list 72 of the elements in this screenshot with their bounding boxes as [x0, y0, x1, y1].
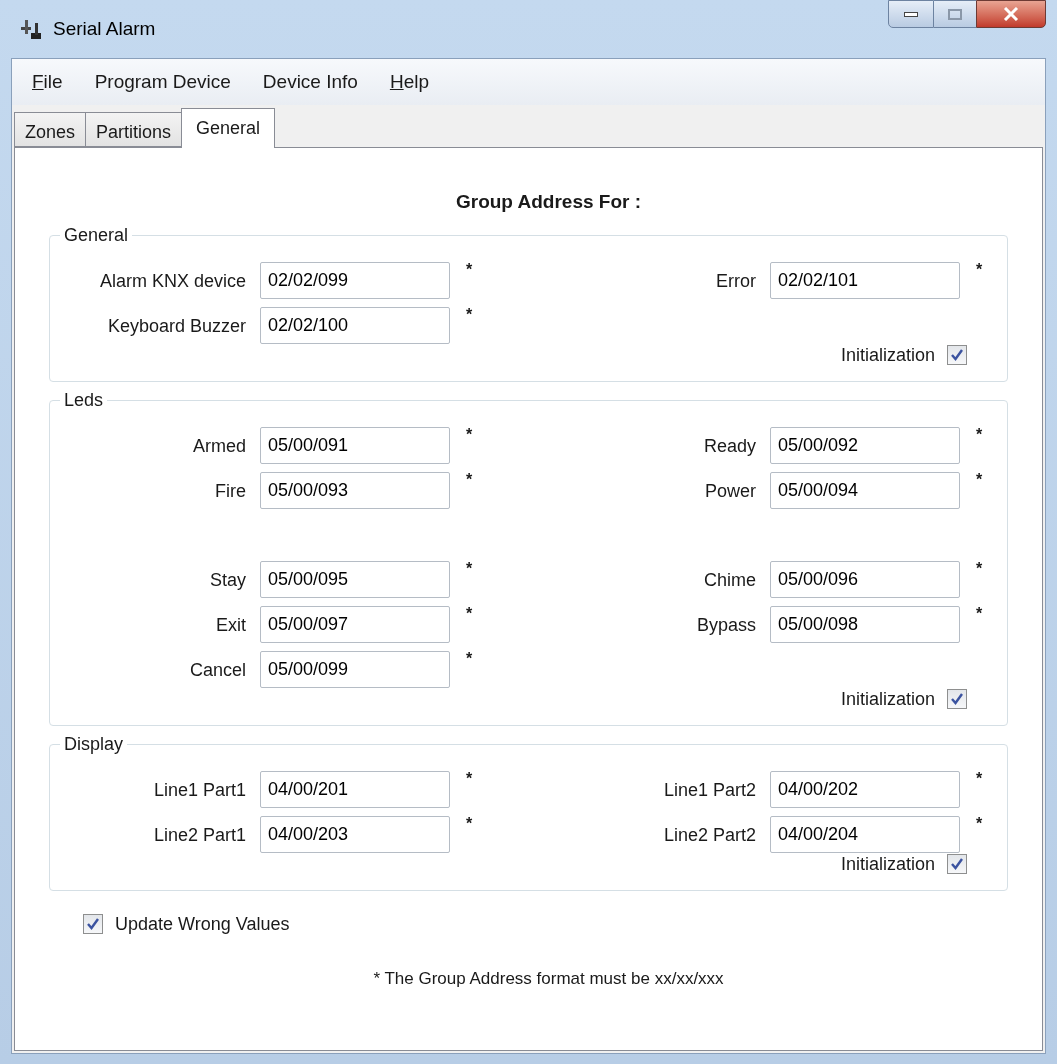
required-marker: *	[465, 261, 474, 278]
initialization-label: Initialization	[840, 343, 935, 367]
tab[interactable]: Zones	[14, 112, 86, 147]
required-marker: *	[465, 471, 474, 488]
checkbox[interactable]	[947, 689, 967, 709]
required-marker: *	[975, 471, 984, 488]
field-label: Stay	[208, 568, 247, 592]
minimize-icon	[904, 11, 918, 17]
menu-item[interactable]: Program Device	[94, 67, 231, 97]
field-label: Line2 Part2	[662, 823, 757, 847]
address-field[interactable]: 05/00/099	[260, 650, 450, 688]
checkbox[interactable]	[947, 854, 967, 874]
required-marker: *	[465, 770, 474, 787]
tab[interactable]: Partitions	[85, 112, 182, 147]
address-field[interactable]: 05/00/095	[260, 560, 450, 598]
footnote: * The Group Address format must be xx/xx/xxx	[372, 967, 725, 990]
address-field[interactable]: 04/00/202	[770, 770, 960, 808]
minimize-button[interactable]	[888, 0, 934, 28]
field-label: Power	[703, 479, 757, 503]
tab[interactable]: General	[181, 108, 276, 148]
menu-item[interactable]: Help	[389, 67, 429, 97]
required-marker: *	[465, 560, 474, 577]
field-label: Keyboard Buzzer	[106, 314, 247, 338]
field-label: Line1 Part1	[152, 778, 247, 802]
close-icon	[1003, 7, 1019, 21]
field-label: Chime	[703, 568, 757, 592]
required-marker: *	[975, 605, 984, 622]
address-field[interactable]: 05/00/094	[770, 471, 960, 509]
field-label: Error	[715, 269, 757, 293]
required-marker: *	[975, 560, 984, 577]
section-heading: Group Address For :	[454, 190, 643, 214]
required-marker: *	[465, 426, 474, 443]
address-field[interactable]: 04/00/201	[260, 770, 450, 808]
address-field[interactable]: 05/00/096	[770, 560, 960, 598]
field-label: Alarm KNX device	[98, 269, 247, 293]
field-label: Fire	[214, 479, 247, 503]
required-marker: *	[465, 815, 474, 832]
address-field[interactable]: 05/00/093	[260, 471, 450, 509]
update-wrong-values-label: Update Wrong Values	[115, 912, 290, 936]
required-marker: *	[465, 306, 474, 323]
address-field[interactable]: 04/00/203	[260, 815, 450, 853]
app-icon	[19, 17, 43, 41]
window-title: Serial Alarm	[53, 16, 156, 41]
field-label: Armed	[192, 434, 247, 458]
address-field[interactable]: 04/00/204	[770, 815, 960, 853]
initialization-label: Initialization	[840, 852, 935, 876]
field-label: Exit	[215, 613, 247, 637]
maximize-icon	[948, 8, 962, 20]
address-field[interactable]: 05/00/092	[770, 426, 960, 464]
field-label: Line2 Part1	[152, 823, 247, 847]
address-field[interactable]: 02/02/101	[770, 261, 960, 299]
checkbox[interactable]	[83, 914, 103, 934]
address-field[interactable]: 02/02/099	[260, 261, 450, 299]
address-field[interactable]: 02/02/100	[260, 306, 450, 344]
address-field[interactable]: 05/00/098	[770, 605, 960, 643]
address-field[interactable]: 05/00/091	[260, 426, 450, 464]
required-marker: *	[975, 426, 984, 443]
menu-item[interactable]: File	[32, 67, 63, 97]
menu-item[interactable]: Device Info	[262, 67, 358, 97]
required-marker: *	[465, 650, 474, 667]
checkbox[interactable]	[947, 345, 967, 365]
required-marker: *	[465, 605, 474, 622]
required-marker: *	[975, 770, 984, 787]
field-label: Cancel	[188, 658, 247, 682]
required-marker: *	[975, 815, 984, 832]
close-button[interactable]	[976, 0, 1046, 28]
address-field[interactable]: 05/00/097	[260, 605, 450, 643]
field-label: Ready	[702, 434, 757, 458]
initialization-label: Initialization	[840, 687, 935, 711]
field-label: Line1 Part2	[662, 778, 757, 802]
required-marker: *	[975, 261, 984, 278]
field-label: Bypass	[695, 613, 757, 637]
